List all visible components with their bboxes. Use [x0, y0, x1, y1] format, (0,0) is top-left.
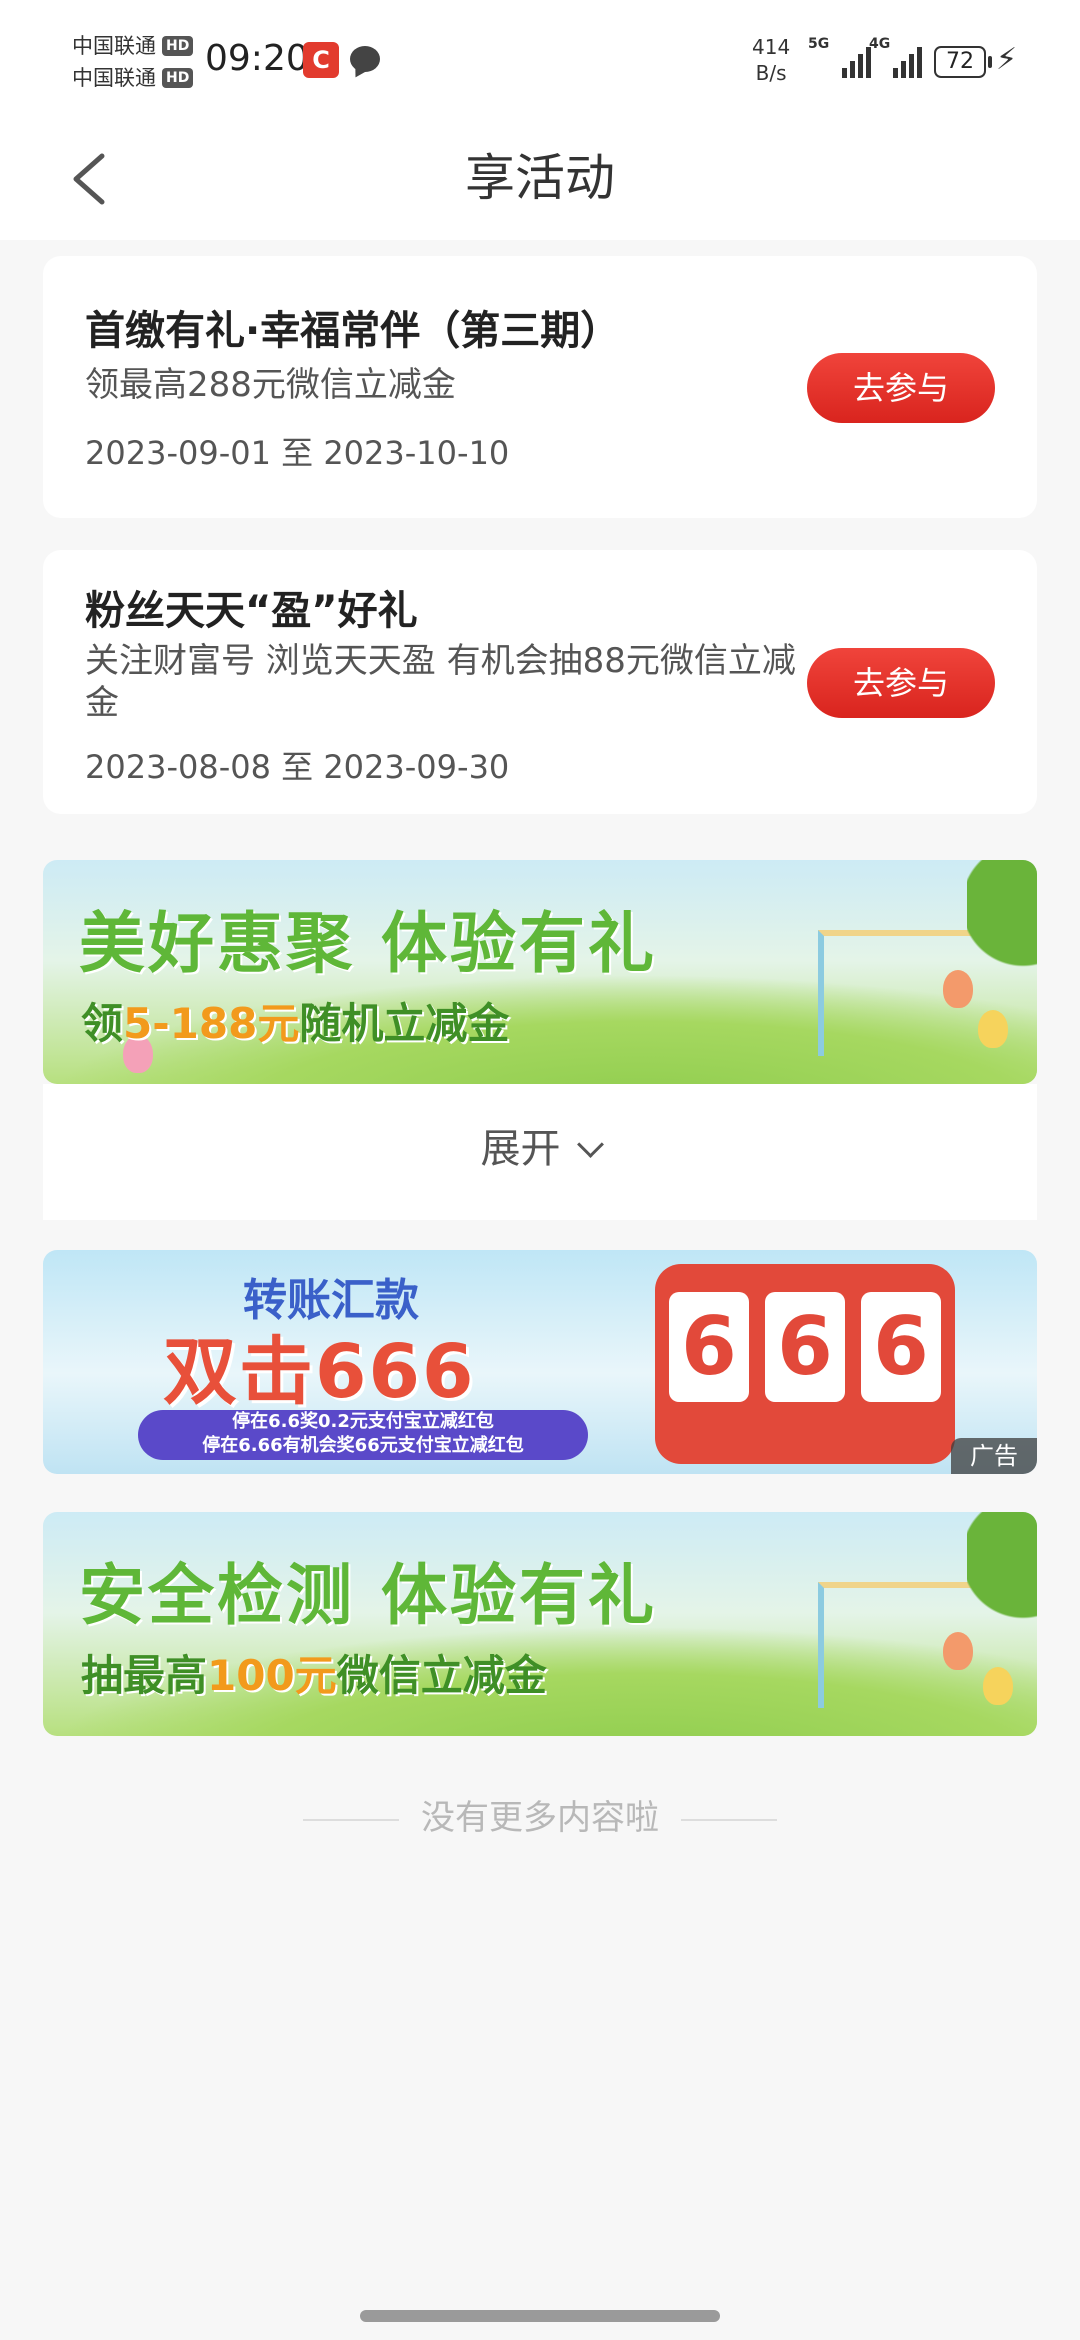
app-notification-icon: C	[303, 42, 339, 78]
hd-badge: HD	[162, 36, 194, 56]
tree-decoration	[967, 860, 1037, 1084]
banner-pill: 停在6.6奖0.2元支付宝立减红包 停在6.66有机会奖66元支付宝立减红包	[138, 1410, 588, 1460]
ad-label: 广告	[951, 1438, 1037, 1474]
promo-banner-security[interactable]: 安全检测 体验有礼 抽最高100元微信立减金	[43, 1512, 1037, 1736]
status-bar: 中国联通 HD 中国联通 HD 09:20 C 414 B/s 5G 4G 72 ⚡	[0, 0, 1080, 120]
page-title: 享活动	[465, 149, 615, 207]
pill-line: 停在6.66有机会奖66元支付宝立减红包	[202, 1435, 524, 1456]
carrier-name: 中国联通	[72, 34, 156, 58]
hd-badge: HD	[162, 68, 194, 88]
charging-icon: ⚡	[996, 42, 1018, 77]
counter-digit: 6	[861, 1292, 941, 1402]
activity-title: 粉丝天天“盈”好礼	[85, 588, 418, 634]
speed-unit: B/s	[755, 61, 787, 85]
signal-type: 5G	[808, 36, 830, 52]
divider	[303, 1818, 399, 1821]
banner-line2: 双击666	[163, 1329, 476, 1415]
network-speed: 414 B/s	[752, 34, 790, 86]
banner-title: 安全检测 体验有礼	[79, 1557, 657, 1634]
signal-4g-icon: 4G	[869, 36, 922, 78]
flower-decoration	[978, 1010, 1008, 1048]
flower-decoration	[983, 1667, 1013, 1705]
carrier-info: 中国联通 HD 中国联通 HD	[72, 30, 194, 94]
signal-type: 4G	[869, 36, 891, 52]
expand-label: 展开	[480, 1126, 561, 1172]
expand-button[interactable]: 展开	[480, 1126, 604, 1172]
signal-5g-icon: 5G	[808, 36, 871, 78]
counter-digit: 6	[765, 1292, 845, 1402]
speed-value: 414	[752, 35, 791, 59]
message-icon	[350, 46, 380, 72]
banner-title: 美好惠聚 体验有礼	[79, 905, 657, 982]
divider	[681, 1818, 777, 1821]
carrier-name: 中国联通	[72, 66, 156, 90]
battery-icon: 72	[934, 46, 992, 78]
activity-card[interactable]: 首缴有礼·幸福常伴（第三期） 领最高288元微信立减金 2023-09-01 至…	[43, 256, 1037, 518]
counter-machine-graphic: 6 6 6	[655, 1264, 955, 1464]
ad-banner-transfer[interactable]: 转账汇款 双击666 停在6.6奖0.2元支付宝立减红包 停在6.66有机会奖6…	[43, 1250, 1037, 1474]
home-indicator[interactable]	[360, 2310, 720, 2322]
expand-section: 展开	[43, 1084, 1037, 1220]
end-text: 没有更多内容啦	[421, 1798, 659, 1838]
activity-desc: 领最高288元微信立减金	[85, 365, 456, 405]
activity-date: 2023-08-08 至 2023-09-30	[85, 748, 510, 786]
join-button[interactable]: 去参与	[807, 648, 995, 718]
activity-desc: 关注财富号 浏览天天盈 有机会抽88元微信立减金	[85, 641, 796, 723]
join-button[interactable]: 去参与	[807, 353, 995, 423]
top-nav-bar: 享活动	[0, 120, 1080, 240]
banner-subtitle: 领5-188元随机立减金	[81, 999, 510, 1048]
activity-card[interactable]: 粉丝天天“盈”好礼 关注财富号 浏览天天盈 有机会抽88元微信立减金 2023-…	[43, 550, 1037, 814]
pill-line: 停在6.6奖0.2元支付宝立减红包	[232, 1411, 494, 1432]
activity-title: 首缴有礼·幸福常伴（第三期）	[85, 308, 621, 354]
flower-decoration	[943, 970, 973, 1008]
activity-date: 2023-09-01 至 2023-10-10	[85, 434, 510, 472]
flower-decoration	[943, 1632, 973, 1670]
counter-digit: 6	[669, 1292, 749, 1402]
end-of-list-notice: 没有更多内容啦	[0, 1790, 1080, 1839]
banner-subtitle: 抽最高100元微信立减金	[81, 1651, 547, 1700]
chevron-down-icon	[576, 1131, 604, 1158]
clock: 09:20	[205, 38, 309, 79]
promo-banner-experience[interactable]: 美好惠聚 体验有礼 领5-188元随机立减金	[43, 860, 1037, 1084]
